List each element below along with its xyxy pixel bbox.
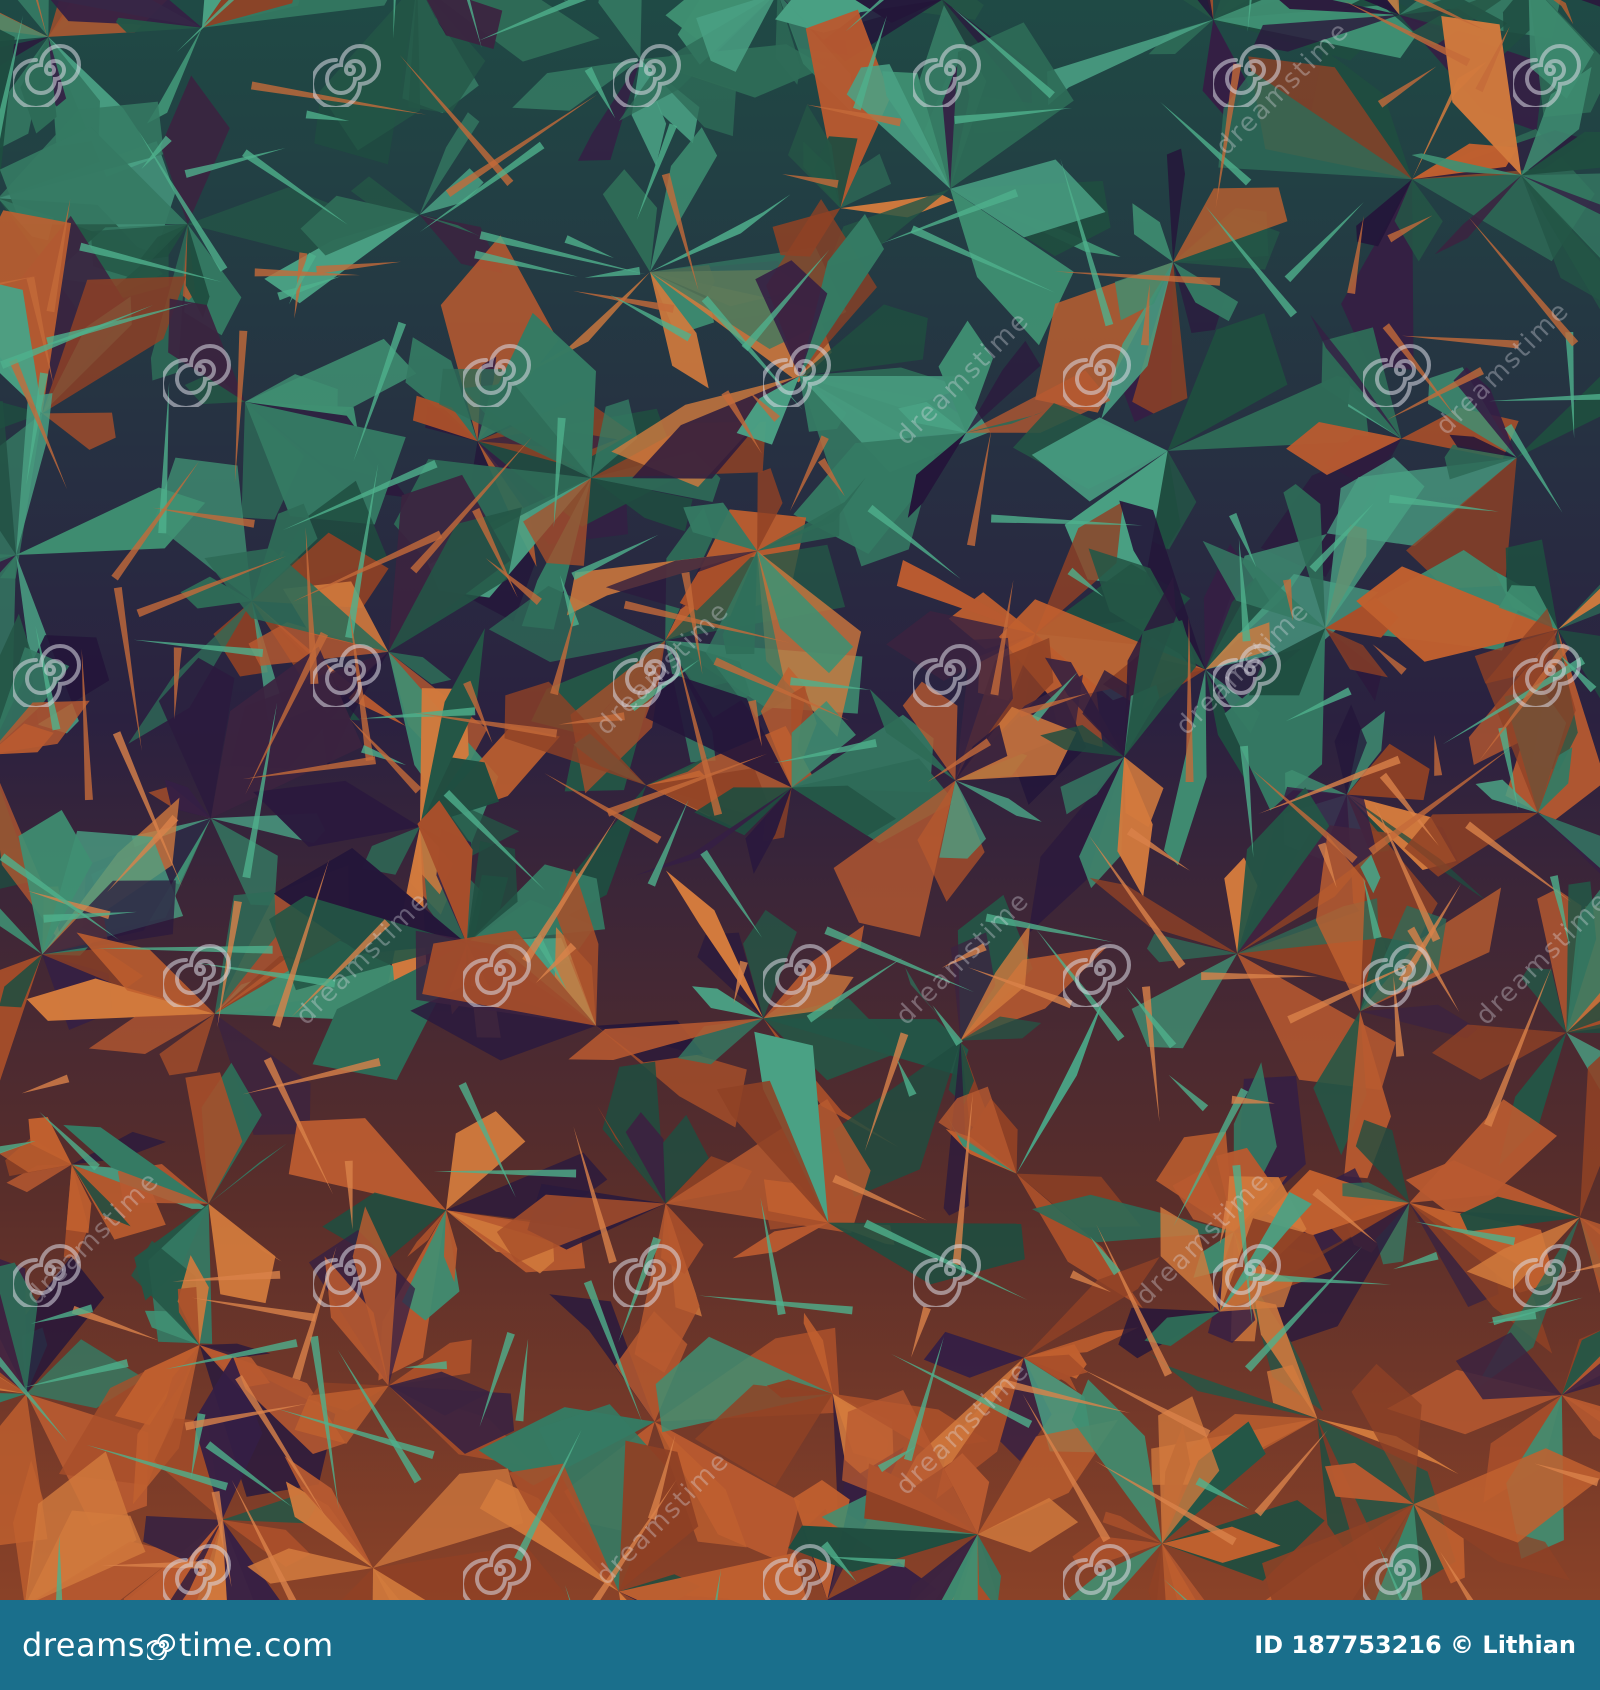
stock-footer-bar: dreams time.com ID 187753216 © Lithian [0,1600,1600,1690]
logo-prefix: dreams [22,1626,145,1664]
stock-photo-page: dreamstime dreamstime dreamstime dreamstime… [0,0,1600,1690]
low-poly-shards-image [0,0,1600,1600]
spiral-logo-icon [146,1633,175,1660]
abstract-crystal-artwork: dreamstime dreamstime dreamstime dreamstime… [0,0,1600,1600]
image-credit: ID 187753216 © Lithian [1254,1631,1576,1659]
dreamstime-logo[interactable]: dreams time.com [22,1626,334,1664]
logo-suffix: time.com [178,1626,334,1664]
